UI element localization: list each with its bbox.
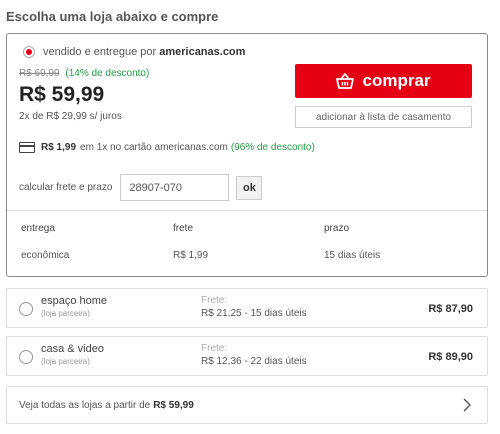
freight-info: R$ 21,25 - 15 dias úteis (201, 308, 307, 319)
col-header-delivery: entrega (21, 223, 55, 234)
see-all-text: Veja todas as lojas a partir de (19, 399, 151, 411)
store-price: R$ 87,90 (428, 303, 473, 315)
card-offer-discount: (96% de desconto) (230, 142, 315, 153)
chevron-right-icon (463, 398, 471, 415)
freight-label: Frete: (201, 343, 228, 354)
buy-button-label: comprar (362, 71, 431, 90)
freight-label: Frete: (201, 295, 228, 306)
selected-offer-card: vendido e entregue por americanas.com R$… (6, 33, 488, 277)
delivery-deadline: 15 dias úteis (324, 250, 381, 261)
delivery-type: econômica (21, 250, 70, 261)
old-price-row: R$ 69,99 (14% de desconto) (19, 68, 149, 79)
cep-input[interactable] (120, 174, 230, 201)
page-heading: Escolha uma loja abaixo e compre (6, 9, 219, 24)
store-type: (loja parceira) (41, 309, 90, 318)
seller-radio[interactable] (19, 302, 33, 316)
card-offer: R$ 1,99 em 1x no cartão americanas.com (… (19, 142, 315, 153)
buy-button[interactable]: comprar (295, 64, 472, 98)
freight-ok-button[interactable]: ok (236, 175, 263, 200)
shipping-table: entrega frete prazo econômica R$ 1,99 15… (7, 210, 487, 261)
seller-radio-selected[interactable] (23, 46, 35, 58)
card-offer-text: em 1x no cartão americanas.com (80, 142, 228, 153)
store-type: (loja parceira) (41, 357, 90, 366)
seller-option-card[interactable]: casa & video (loja parceira) Frete: R$ 1… (6, 336, 488, 376)
current-price: R$ 59,99 (19, 83, 105, 106)
freight-cost: R$ 1,99 (173, 250, 209, 261)
seller-name: americanas.com (159, 46, 246, 58)
freight-info: R$ 12,36 - 22 dias úteis (201, 356, 307, 367)
add-to-registry-button[interactable]: adicionar à lista de casamento (295, 106, 472, 128)
see-all-price: R$ 59,99 (153, 399, 194, 411)
see-all-stores-link[interactable]: Veja todas as lojas a partir de R$ 59,99 (6, 386, 488, 424)
shipping-table-header: entrega frete prazo (7, 211, 487, 234)
seller-row[interactable]: vendido e entregue por americanas.com (23, 46, 245, 58)
credit-card-icon (19, 142, 35, 153)
freight-label: calcular frete e prazo (19, 182, 113, 193)
col-header-deadline: prazo (324, 223, 350, 234)
seller-prefix: vendido e entregue por (43, 46, 157, 58)
discount-percent: (14% de desconto) (65, 68, 150, 79)
freight-calculator: calcular frete e prazo ok (19, 174, 263, 201)
card-offer-price: R$ 1,99 (41, 142, 77, 153)
basket-icon (336, 73, 355, 89)
seller-radio[interactable] (19, 350, 33, 364)
table-row: econômica R$ 1,99 15 dias úteis (7, 234, 487, 261)
store-name: espaço home (41, 295, 108, 307)
store-name: casa & video (41, 343, 104, 355)
seller-option-card[interactable]: espaço home (loja parceira) Frete: R$ 21… (6, 288, 488, 328)
col-header-freight: frete (173, 223, 194, 234)
store-price: R$ 89,90 (428, 351, 473, 363)
installments: 2x de R$ 29,99 s/ juros (19, 111, 122, 122)
old-price: R$ 69,99 (19, 68, 60, 79)
